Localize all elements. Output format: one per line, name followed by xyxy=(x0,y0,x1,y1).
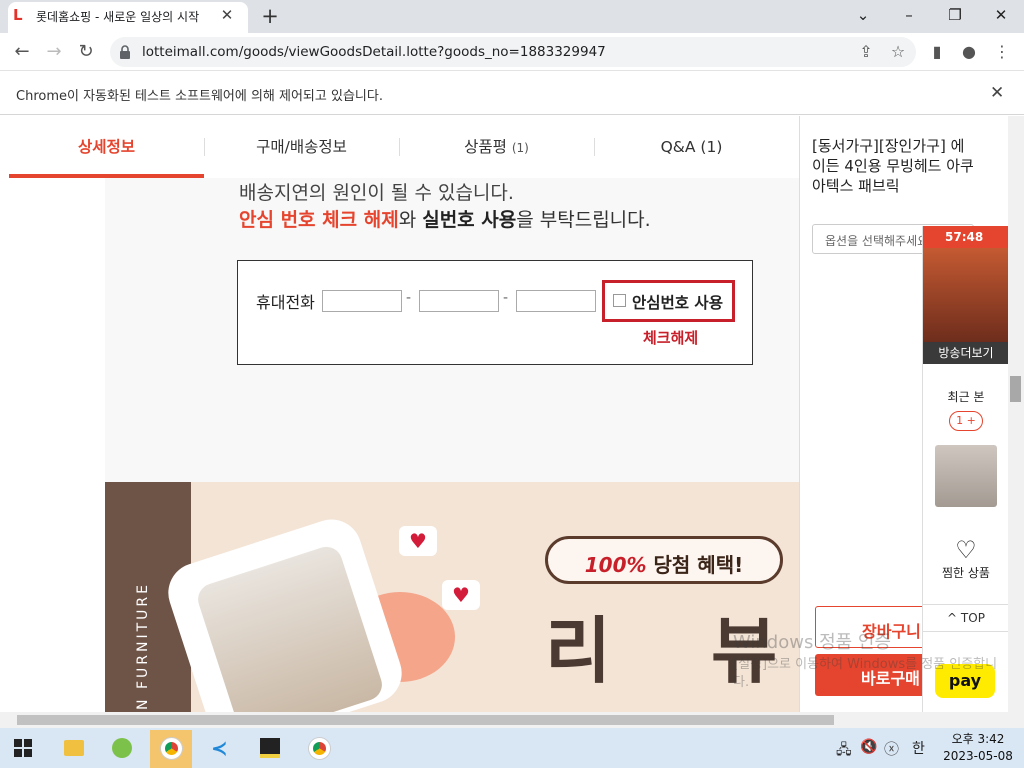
clock-time: 오후 3:42 xyxy=(951,732,1005,746)
safe-number-label: 안심번호 사용 xyxy=(632,294,723,312)
live-broadcast-thumbnail[interactable] xyxy=(923,248,1008,342)
tab-qna[interactable]: Q&A (1) xyxy=(594,116,789,178)
banner-headline-char: 리 xyxy=(545,609,612,693)
phone-label: 휴대전화 xyxy=(256,293,315,312)
volume-muted-icon[interactable]: 🔇 xyxy=(860,739,877,755)
restore-button[interactable]: ❐ xyxy=(932,0,978,30)
detail-tabs-nav: 상세정보 구매/배송정보 상품평 (1) Q&A (1) xyxy=(9,116,788,178)
url-text[interactable]: lotteimall.com/goods/viewGoodsDetail.lot… xyxy=(142,44,606,60)
tab-search-icon[interactable]: ⌄ xyxy=(840,0,886,30)
recent-viewed-count[interactable]: 1 + xyxy=(949,411,983,431)
side-panel-icon[interactable]: ▮ xyxy=(922,37,952,67)
vertical-scroll-thumb[interactable] xyxy=(1010,376,1021,402)
tab-close-icon[interactable]: ✕ xyxy=(218,6,236,24)
live-timer-badge: 57:48 xyxy=(923,226,1008,248)
phone-example-box: 휴대전화 - - 안심번호 사용 체크해제 xyxy=(237,260,753,365)
phone-field-3 xyxy=(516,290,596,312)
tab-reviews[interactable]: 상품평 (1) xyxy=(399,116,594,178)
tab-title: 롯데홈쇼핑 - 새로운 일상의 시작 xyxy=(36,10,200,24)
tab-purchase-shipping[interactable]: 구매/배송정보 xyxy=(204,116,399,178)
chrome-second-icon[interactable] xyxy=(298,730,340,768)
heart-outline-icon[interactable]: ♡ xyxy=(923,536,1008,564)
tab-detail-info[interactable]: 상세정보 xyxy=(9,116,204,178)
notice-highlight-red: 안심 번호 체크 해제 xyxy=(239,209,399,231)
activation-watermark-text: [설정]으로 이동하여 Windows를 정품 인증합니다. xyxy=(733,657,998,690)
horizontal-scroll-thumb[interactable] xyxy=(17,715,834,725)
profile-avatar-icon[interactable]: ● xyxy=(954,37,984,67)
notice-text: 와 xyxy=(398,209,423,231)
minimize-button[interactable]: – xyxy=(886,0,932,30)
event-pill: 100% 당첨 혜택! xyxy=(545,536,783,584)
reload-button[interactable]: ↻ xyxy=(71,37,101,67)
infobar-close-icon[interactable]: ✕ xyxy=(990,83,1004,103)
tab-label: 상세정보 xyxy=(77,138,136,156)
event-percent: 100% xyxy=(584,553,647,577)
share-icon[interactable]: ⇪ xyxy=(851,37,881,67)
recent-viewed-label: 최근 본 xyxy=(947,390,985,404)
tab-label: 구매/배송정보 xyxy=(256,138,347,156)
notice-line-1: 배송지연의 원인이 될 수 있습니다. xyxy=(239,182,514,204)
vscode-icon[interactable]: ≺ xyxy=(200,730,242,768)
vertical-scrollbar[interactable] xyxy=(1008,116,1024,712)
top-label: TOP xyxy=(960,611,985,625)
chevron-up-icon: ^ xyxy=(947,611,961,625)
sticky-notes-icon[interactable] xyxy=(249,730,291,768)
banner-vertical-text: N FURNITURE xyxy=(135,582,151,710)
product-title: [동서가구][장인가구] 에이든 4인용 무빙헤드 아쿠아텍스 패브릭 xyxy=(812,137,974,195)
web-page: 상세정보 구매/배송정보 상품평 (1) Q&A (1) 배송지연의 원인이 될… xyxy=(0,116,1008,712)
bookmark-star-icon[interactable]: ☆ xyxy=(883,37,913,67)
live-time: 57:48 xyxy=(945,230,984,244)
infobar-text: Chrome이 자동화된 테스트 소프트웨어에 의해 제어되고 있습니다. xyxy=(16,89,383,104)
dash: - xyxy=(503,290,509,306)
tab-label: Q&A xyxy=(660,138,696,156)
safe-number-checkbox xyxy=(613,294,626,307)
wishlist-label[interactable]: 찜한 상품 xyxy=(923,564,1008,581)
back-button[interactable]: ← xyxy=(7,37,37,67)
new-tab-button[interactable]: + xyxy=(259,5,281,27)
paint-app-icon[interactable] xyxy=(101,730,143,768)
more-broadcast-button[interactable]: 방송더보기 xyxy=(923,342,1008,364)
ime-indicator[interactable]: 한 xyxy=(912,738,925,758)
scroll-top-button[interactable]: ^ TOP xyxy=(923,604,1008,632)
phone-field-1 xyxy=(322,290,402,312)
dash: - xyxy=(406,290,412,306)
window-close-button[interactable]: ✕ xyxy=(978,0,1024,30)
review-event-banner: N FURNITURE ♥ ♥ 100% 당첨 혜택! 리 뷰 xyxy=(105,482,799,712)
tab-count: (1) xyxy=(511,141,529,155)
notification-icon[interactable]: ⓧ xyxy=(884,738,899,759)
heart-icon: ♥ xyxy=(442,580,480,610)
windows-start-icon[interactable] xyxy=(14,739,32,757)
chrome-taskbar-icon[interactable] xyxy=(150,730,192,768)
notice-highlight-bold: 실번호 사용 xyxy=(422,209,517,231)
lotte-favicon-icon: L xyxy=(13,6,23,24)
forward-button[interactable]: → xyxy=(39,37,69,67)
phone-field-2 xyxy=(419,290,499,312)
event-pill-text: 100% 당첨 혜택! xyxy=(548,549,780,578)
file-explorer-icon[interactable] xyxy=(53,730,95,768)
activation-watermark-title: Windows 정품 인증 xyxy=(733,632,892,653)
clock[interactable]: 오후 3:42 2023-05-08 xyxy=(942,731,1014,765)
live-broadcast-widget[interactable]: 57:48 방송더보기 xyxy=(923,226,1008,364)
heart-icon: ♥ xyxy=(399,526,437,556)
event-benefit-text: 당첨 혜택! xyxy=(646,553,744,577)
notice-text: 을 부탁드립니다. xyxy=(516,209,651,231)
notice-line-2: 안심 번호 체크 해제와 실번호 사용을 부탁드립니다. xyxy=(239,205,651,232)
tab-count: (1) xyxy=(700,138,723,156)
safe-number-highlight: 안심번호 사용 xyxy=(602,280,735,322)
lock-icon[interactable] xyxy=(118,44,132,60)
recent-product-thumbnail[interactable] xyxy=(935,445,997,507)
clock-date: 2023-05-08 xyxy=(943,749,1013,763)
menu-kebab-icon[interactable]: ⋮ xyxy=(987,37,1017,67)
network-icon[interactable]: 🖧 xyxy=(836,739,852,763)
tab-label: 상품평 xyxy=(464,138,507,156)
uncheck-label: 체크해제 xyxy=(643,329,699,347)
